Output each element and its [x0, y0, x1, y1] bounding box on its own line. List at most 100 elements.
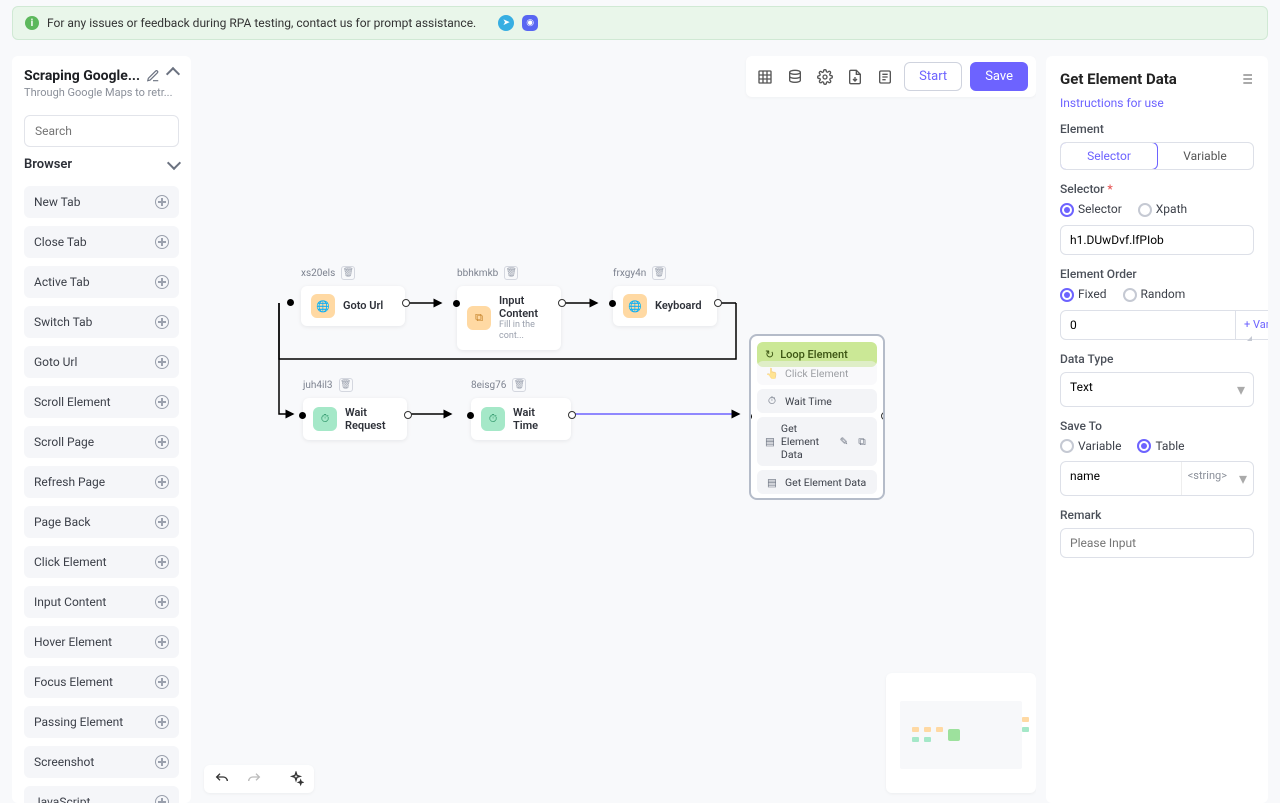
block-scroll-element[interactable]: Scroll Element: [24, 386, 179, 418]
radio-selector[interactable]: Selector: [1060, 202, 1122, 217]
add-icon[interactable]: [155, 235, 169, 249]
add-icon[interactable]: [155, 635, 169, 649]
database-icon[interactable]: [784, 66, 806, 88]
add-icon[interactable]: [155, 315, 169, 329]
block-passing-element[interactable]: Passing Element: [24, 706, 179, 738]
edit-icon[interactable]: [146, 69, 160, 83]
loop-row[interactable]: ▤Get Element Data✎⧉: [757, 417, 877, 466]
block-switch-tab[interactable]: Switch Tab: [24, 306, 179, 338]
radio-saveto-table[interactable]: Table: [1137, 439, 1184, 454]
add-icon[interactable]: [155, 755, 169, 769]
grid-icon[interactable]: [754, 66, 776, 88]
saveto-field-select[interactable]: name <string> ▾: [1060, 461, 1254, 496]
block-list[interactable]: New Tab Close Tab Active Tab Switch Tab Goto…: [12, 178, 191, 803]
order-input[interactable]: [1060, 310, 1236, 340]
minimap[interactable]: [886, 673, 1036, 793]
add-icon[interactable]: [155, 395, 169, 409]
remark-input[interactable]: [1060, 528, 1254, 558]
resize-handle[interactable]: [1247, 336, 1252, 341]
radio-fixed[interactable]: Fixed: [1060, 287, 1107, 302]
seg-selector[interactable]: Selector: [1060, 142, 1158, 170]
out-port[interactable]: [714, 299, 722, 307]
block-screenshot[interactable]: Screenshot: [24, 746, 179, 778]
add-icon[interactable]: [155, 355, 169, 369]
block-scroll-page[interactable]: Scroll Page: [24, 426, 179, 458]
block-input-content[interactable]: Input Content: [24, 586, 179, 618]
seg-variable[interactable]: Variable: [1157, 143, 1253, 169]
loop-row[interactable]: 👆Click Element: [757, 361, 877, 385]
canvas[interactable]: Start Save xs20els🗑: [201, 56, 1036, 803]
discord-icon[interactable]: ◉: [522, 15, 538, 31]
copy-icon[interactable]: ⧉: [855, 435, 869, 449]
element-mode-segment[interactable]: Selector Variable: [1060, 142, 1254, 170]
node-wait-request[interactable]: juh4il3🗑 ⏱ Wait Request: [303, 398, 407, 440]
add-icon[interactable]: [155, 795, 169, 803]
loop-row[interactable]: ▤Get Element Data: [757, 470, 877, 494]
block-click-element[interactable]: Click Element: [24, 546, 179, 578]
datatype-select[interactable]: Text ▾: [1060, 372, 1254, 407]
block-hover-element[interactable]: Hover Element: [24, 626, 179, 658]
panel-title: Get Element Data: [1060, 70, 1177, 88]
out-port[interactable]: [558, 299, 566, 307]
add-icon[interactable]: [155, 435, 169, 449]
delete-icon[interactable]: 🗑: [504, 266, 518, 280]
block-active-tab[interactable]: Active Tab: [24, 266, 179, 298]
block-page-back[interactable]: Page Back: [24, 506, 179, 538]
delete-icon[interactable]: 🗑: [339, 378, 353, 392]
block-goto-url[interactable]: Goto Url: [24, 346, 179, 378]
delete-icon[interactable]: 🗑: [652, 266, 666, 280]
add-icon[interactable]: [155, 715, 169, 729]
block-javascript[interactable]: JavaScript: [24, 786, 179, 803]
out-port[interactable]: [404, 411, 412, 419]
loop-row[interactable]: ▤Get Element Data: [757, 498, 877, 500]
add-icon[interactable]: [155, 275, 169, 289]
search-input[interactable]: [24, 115, 179, 147]
add-icon[interactable]: [155, 675, 169, 689]
redo-icon[interactable]: [246, 771, 262, 787]
notes-icon[interactable]: [874, 66, 896, 88]
radio-xpath[interactable]: Xpath: [1138, 202, 1187, 217]
loop-container[interactable]: m15kmxq🗑 ↻ Loop Element 👆Click Element⏱W…: [749, 334, 885, 500]
add-icon[interactable]: [155, 515, 169, 529]
out-port[interactable]: [402, 299, 410, 307]
save-button[interactable]: Save: [970, 62, 1028, 91]
node-wait-time[interactable]: 8eisg76🗑 ⏱ Wait Time: [471, 398, 571, 440]
telegram-icon[interactable]: ➤: [498, 15, 514, 31]
block-refresh-page[interactable]: Refresh Page: [24, 466, 179, 498]
radio-random[interactable]: Random: [1123, 287, 1186, 302]
delete-icon[interactable]: 🗑: [341, 266, 355, 280]
undo-icon[interactable]: [214, 771, 230, 787]
export-icon[interactable]: [844, 66, 866, 88]
block-new-tab[interactable]: New Tab: [24, 186, 179, 218]
selector-input[interactable]: [1060, 225, 1254, 255]
delete-icon[interactable]: 🗑: [512, 378, 526, 392]
list-icon[interactable]: [1238, 71, 1254, 87]
node-goto-url[interactable]: xs20els🗑 🌐 Goto Url: [301, 286, 405, 326]
add-icon[interactable]: [155, 555, 169, 569]
in-port[interactable]: [299, 412, 306, 419]
out-port[interactable]: [881, 412, 885, 420]
add-icon[interactable]: [155, 595, 169, 609]
category-header[interactable]: Browser: [12, 147, 191, 178]
in-port[interactable]: [467, 412, 474, 419]
sparkle-icon[interactable]: [288, 771, 304, 787]
block-close-tab[interactable]: Close Tab: [24, 226, 179, 258]
add-icon[interactable]: [155, 475, 169, 489]
node-input-content[interactable]: bbhkmkb🗑 ⧉ Input Content Fill in the con…: [457, 286, 561, 350]
in-port[interactable]: [453, 300, 460, 307]
instructions-link[interactable]: Instructions for use: [1060, 96, 1254, 110]
variables-link[interactable]: + Variables: [1236, 310, 1268, 340]
add-icon[interactable]: [155, 195, 169, 209]
edit-icon[interactable]: ✎: [837, 435, 851, 449]
block-focus-element[interactable]: Focus Element: [24, 666, 179, 698]
loop-row[interactable]: ⏱Wait Time: [757, 389, 877, 413]
out-port[interactable]: [568, 411, 576, 419]
radio-saveto-variable[interactable]: Variable: [1060, 439, 1121, 454]
in-port[interactable]: [609, 300, 616, 307]
collapse-icon[interactable]: [166, 67, 180, 81]
start-button[interactable]: Start: [904, 62, 962, 91]
datatype-label: Data Type: [1060, 352, 1254, 366]
settings-icon[interactable]: [814, 66, 836, 88]
node-keyboard[interactable]: frxgy4n🗑 🌐 Keyboard: [613, 286, 717, 326]
start-port[interactable]: [287, 299, 294, 306]
